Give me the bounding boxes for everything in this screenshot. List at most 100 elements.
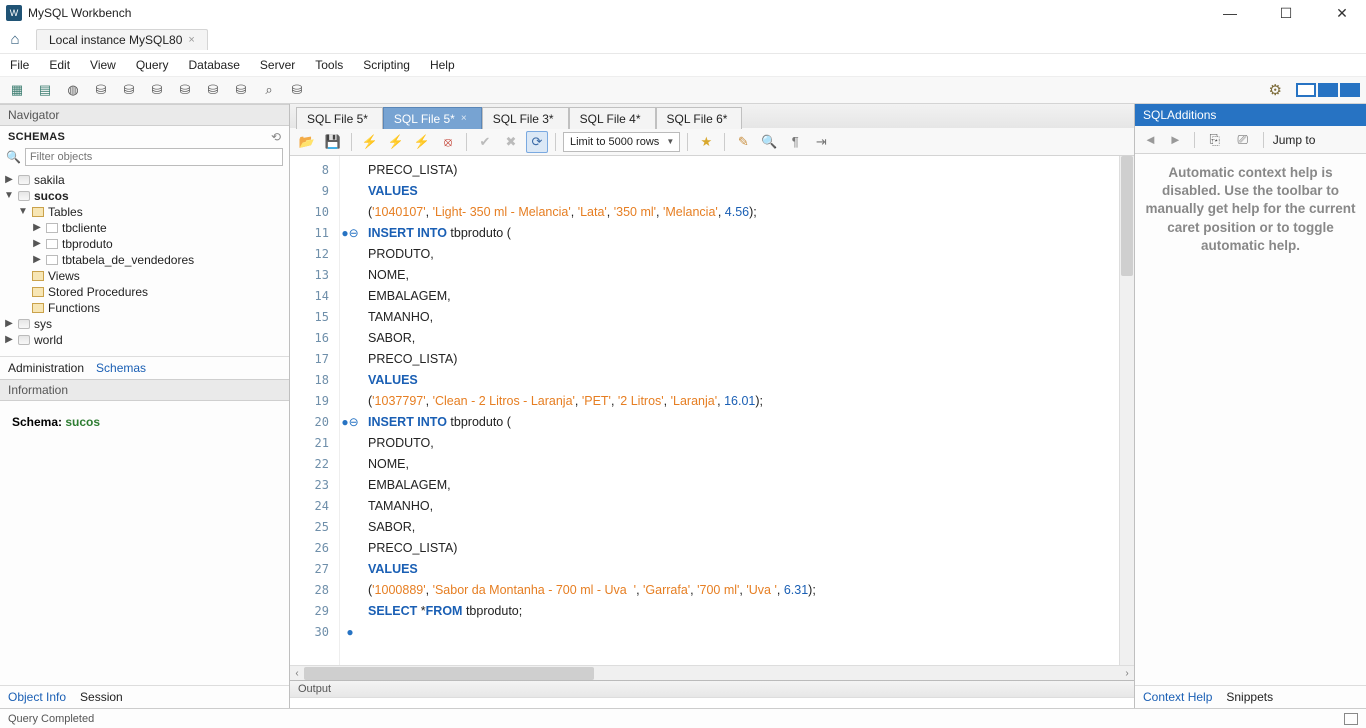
help-pos-icon[interactable]: ⎘ (1204, 129, 1226, 151)
sql-tab-1[interactable]: SQL File 5*× (383, 107, 482, 129)
tool-icon-3[interactable]: ◍ (62, 79, 84, 101)
connection-tab-label: Local instance MySQL80 (49, 33, 182, 47)
tool-icon-10[interactable]: ⌕ (258, 79, 280, 101)
tool-icon-9[interactable]: ⛁ (230, 79, 252, 101)
tree-sucos[interactable]: sucos (34, 188, 69, 204)
menu-database[interactable]: Database (189, 58, 240, 72)
tab-context-help[interactable]: Context Help (1143, 690, 1212, 704)
menu-scripting[interactable]: Scripting (363, 58, 410, 72)
information-header: Information (0, 379, 289, 401)
wrap-icon[interactable]: ¶ (784, 131, 806, 153)
tree-sp[interactable]: Stored Procedures (48, 284, 148, 300)
menu-help[interactable]: Help (430, 58, 455, 72)
beautify-icon[interactable]: ✎ (732, 131, 754, 153)
tree-tbproduto[interactable]: tbproduto (62, 236, 113, 252)
menu-tools[interactable]: Tools (315, 58, 343, 72)
tool-icon-5[interactable]: ⛁ (118, 79, 140, 101)
sql-additions-header: SQLAdditions (1135, 104, 1366, 126)
close-icon[interactable]: × (188, 34, 194, 46)
sql-tab-2[interactable]: SQL File 3* (482, 107, 569, 129)
menu-query[interactable]: Query (136, 58, 169, 72)
tree-tbcliente[interactable]: tbcliente (62, 220, 107, 236)
tool-icon-8[interactable]: ⛁ (202, 79, 224, 101)
tab-session[interactable]: Session (80, 690, 123, 704)
sql-additions-body: Automatic context help is disabled. Use … (1135, 154, 1366, 685)
output-body (290, 698, 1134, 708)
scroll-left-icon[interactable]: ‹ (290, 668, 304, 679)
tool-icon-6[interactable]: ⛁ (146, 79, 168, 101)
close-button[interactable]: ✕ (1324, 5, 1360, 22)
window-titlebar: W MySQL Workbench — ☐ ✕ (0, 0, 1366, 26)
schema-value: sucos (65, 415, 100, 429)
new-sql-tab-icon[interactable]: ▦ (6, 79, 28, 101)
sql-toolbar: 📂 💾 ⚡ ⚡ ⚡ ⦻ ✔ ✖ ⟳ Limit to 5000 rows ★ ✎… (290, 128, 1134, 156)
sql-additions-panel: SQLAdditions ◄ ► ⎘ ⎚ Jump to Automatic c… (1134, 104, 1366, 708)
schemas-label: SCHEMAS (8, 131, 65, 143)
favorites-icon[interactable]: ★ (695, 131, 717, 153)
home-icon[interactable]: ⌂ (0, 31, 30, 48)
jump-to-label[interactable]: Jump to (1273, 133, 1316, 147)
output-header[interactable]: Output (290, 680, 1134, 698)
tab-snippets[interactable]: Snippets (1226, 690, 1273, 704)
save-icon[interactable]: 💾 (322, 131, 344, 153)
navigator-header: Navigator (0, 104, 289, 126)
fold-marks[interactable]: ●⊖ ●⊖ ● (340, 156, 360, 665)
vertical-scrollbar[interactable] (1119, 156, 1134, 665)
commit-icon[interactable]: ✔ (474, 131, 496, 153)
tree-views[interactable]: Views (48, 268, 80, 284)
connection-tab[interactable]: Local instance MySQL80 × (36, 29, 208, 50)
explain-icon[interactable]: ⚡ (411, 131, 433, 153)
invisible-icon[interactable]: ⇥ (810, 131, 832, 153)
find-icon[interactable]: 🔍 (758, 131, 780, 153)
settings-icon[interactable]: ⚙ (1269, 81, 1282, 99)
rollback-icon[interactable]: ✖ (500, 131, 522, 153)
tab-administration[interactable]: Administration (8, 361, 84, 375)
refresh-icon[interactable]: ⟲ (271, 130, 281, 144)
nav-back-icon[interactable]: ◄ (1141, 132, 1160, 147)
schema-tree[interactable]: ▶sakila ▼sucos ▼Tables ▶tbcliente ▶tbpro… (0, 170, 289, 356)
minimize-button[interactable]: — (1212, 5, 1248, 22)
tree-func[interactable]: Functions (48, 300, 100, 316)
scroll-right-icon[interactable]: › (1120, 668, 1134, 679)
toggle-left-panel[interactable] (1296, 83, 1316, 97)
menu-bar: File Edit View Query Database Server Too… (0, 54, 1366, 76)
autocommit-icon[interactable]: ⟳ (526, 131, 548, 153)
sql-editor[interactable]: 8910111213141516171819202122232425262728… (290, 156, 1134, 665)
line-gutter: 8910111213141516171819202122232425262728… (290, 156, 340, 665)
tree-sys[interactable]: sys (34, 316, 52, 332)
toggle-right-panel[interactable] (1340, 83, 1360, 97)
navigator-panel: Navigator SCHEMAS ⟲ 🔍 ▶sakila ▼sucos ▼Ta… (0, 104, 290, 708)
tree-tbtabela[interactable]: tbtabela_de_vendedores (62, 252, 194, 268)
tree-sakila[interactable]: sakila (34, 172, 65, 188)
sql-tab-3[interactable]: SQL File 4* (569, 107, 656, 129)
tool-icon-11[interactable]: ⛁ (286, 79, 308, 101)
tab-object-info[interactable]: Object Info (8, 690, 66, 704)
menu-view[interactable]: View (90, 58, 116, 72)
filter-objects-input[interactable] (25, 148, 283, 166)
toggle-bottom-panel[interactable] (1318, 83, 1338, 97)
tool-icon-7[interactable]: ⛁ (174, 79, 196, 101)
row-limit-select[interactable]: Limit to 5000 rows (563, 132, 680, 152)
sql-tab-4[interactable]: SQL File 6* (656, 107, 743, 129)
tree-tables[interactable]: Tables (48, 204, 83, 220)
open-file-icon[interactable]: 📂 (296, 131, 318, 153)
tree-world[interactable]: world (34, 332, 63, 348)
sql-tab-0[interactable]: SQL File 5* (296, 107, 383, 129)
nav-fwd-icon[interactable]: ► (1166, 132, 1185, 147)
maximize-button[interactable]: ☐ (1268, 5, 1304, 22)
close-icon[interactable]: × (461, 113, 467, 124)
execute-cursor-icon[interactable]: ⚡ (385, 131, 407, 153)
menu-edit[interactable]: Edit (49, 58, 70, 72)
status-indicator-icon (1344, 713, 1358, 725)
menu-server[interactable]: Server (260, 58, 295, 72)
open-sql-icon[interactable]: ▤ (34, 79, 56, 101)
menu-file[interactable]: File (10, 58, 29, 72)
horizontal-scrollbar[interactable]: ‹ › (290, 665, 1134, 680)
stop-icon[interactable]: ⦻ (437, 131, 459, 153)
auto-help-icon[interactable]: ⎚ (1232, 129, 1254, 151)
execute-icon[interactable]: ⚡ (359, 131, 381, 153)
code-area[interactable]: PRECO_LISTA)VALUES('1040107', 'Light- 35… (360, 156, 1119, 665)
tab-schemas[interactable]: Schemas (96, 361, 146, 375)
tool-icon-4[interactable]: ⛁ (90, 79, 112, 101)
sql-tab-bar: SQL File 5* SQL File 5*× SQL File 3* SQL… (290, 104, 1134, 128)
